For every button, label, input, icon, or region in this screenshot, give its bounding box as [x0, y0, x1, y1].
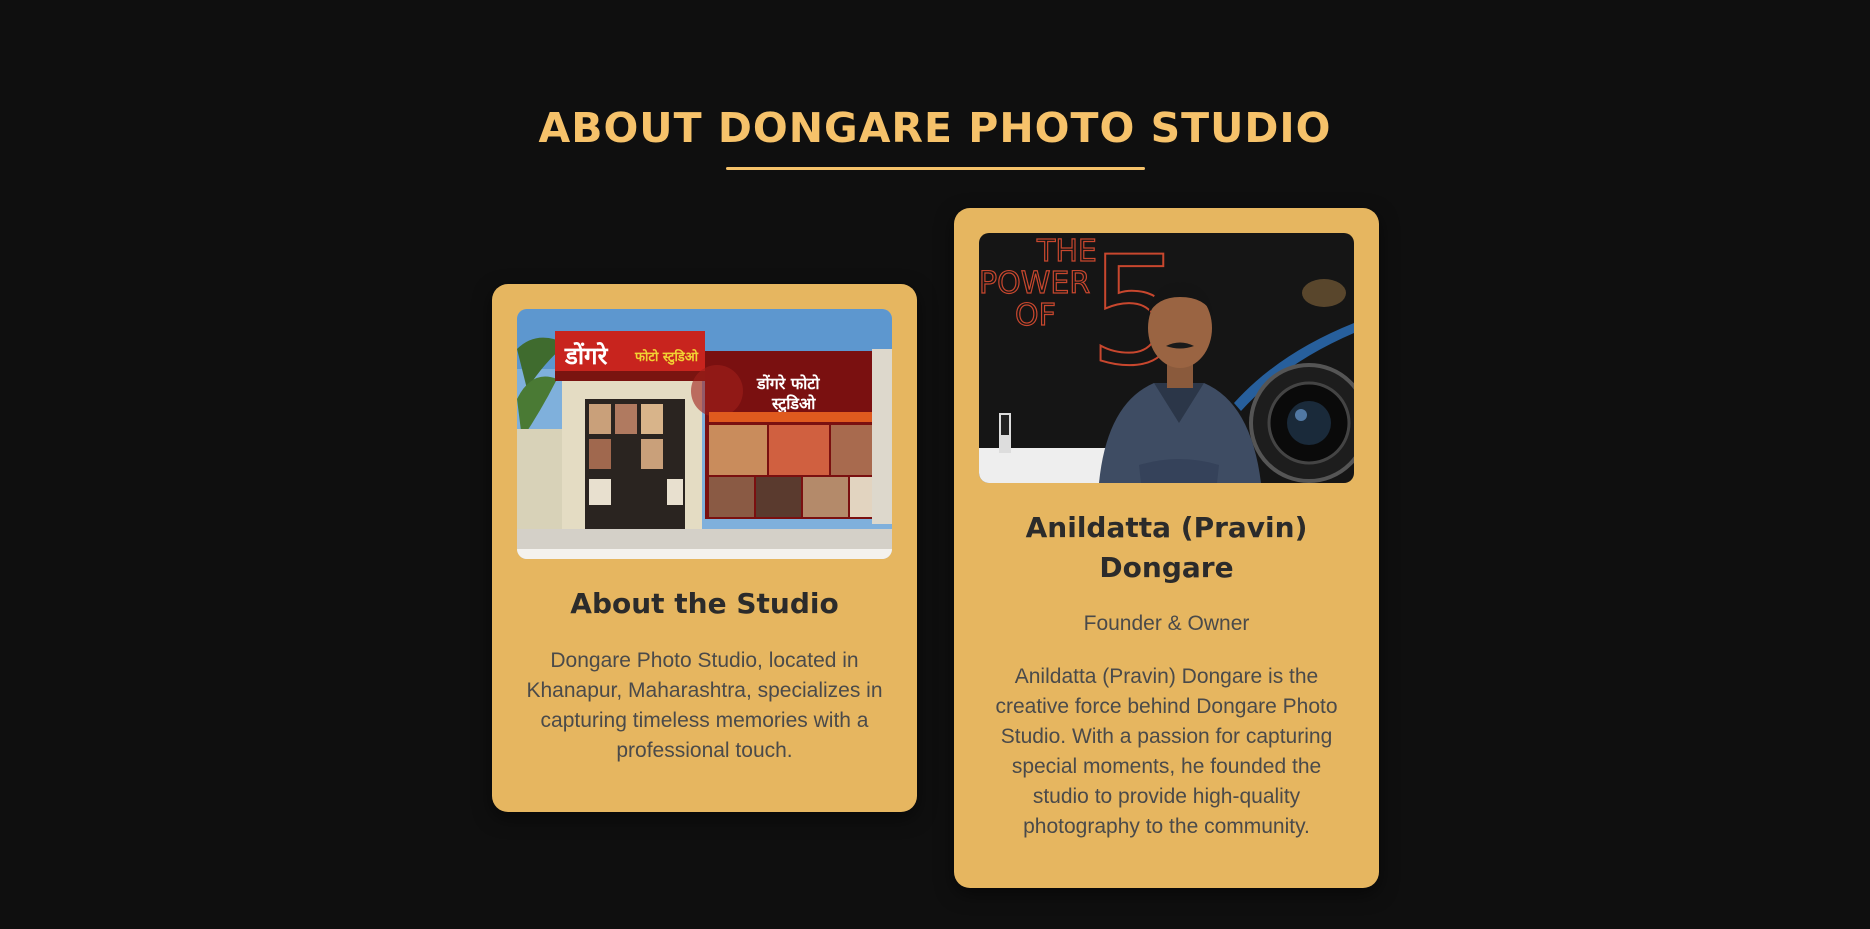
founder-photo: THE POWER OF 5 — [979, 233, 1354, 483]
studio-sign-name: डोंगरे — [564, 342, 609, 370]
studio-sign-sub: फोटो स्टुडिओ — [634, 349, 699, 365]
studio-description: Dongare Photo Studio, located in Khanapu… — [526, 649, 883, 762]
poster-text-of: OF — [1015, 298, 1056, 333]
title-underline — [726, 167, 1145, 170]
founder-name: Anildatta (Pravin) Dongare — [1025, 511, 1308, 584]
section-title: ABOUT DONGARE PHOTO STUDIO — [538, 104, 1332, 152]
poster-text-the: THE — [1036, 234, 1097, 269]
founder-card: THE POWER OF 5 Anildatta (Pravin) Dongar… — [954, 208, 1379, 888]
founder-role: Founder & Owner — [1083, 612, 1250, 635]
studio-photo: डोंगरे फोटो स्टुडिओ डोंगरे फोटो स्टुडिओ — [517, 309, 892, 559]
poster-text-power: POWER — [979, 266, 1090, 301]
banner-title-line2: स्टुडिओ — [771, 394, 816, 414]
studio-card: डोंगरे फोटो स्टुडिओ डोंगरे फोटो स्टुडिओ — [492, 284, 917, 812]
banner-title-line1: डोंगरे फोटो — [756, 374, 820, 393]
about-section: ABOUT DONGARE PHOTO STUDIO डोंगरे फोटो स… — [0, 0, 1870, 929]
founder-bio: Anildatta (Pravin) Dongare is the creati… — [995, 665, 1338, 838]
studio-heading: About the Studio — [570, 587, 839, 620]
